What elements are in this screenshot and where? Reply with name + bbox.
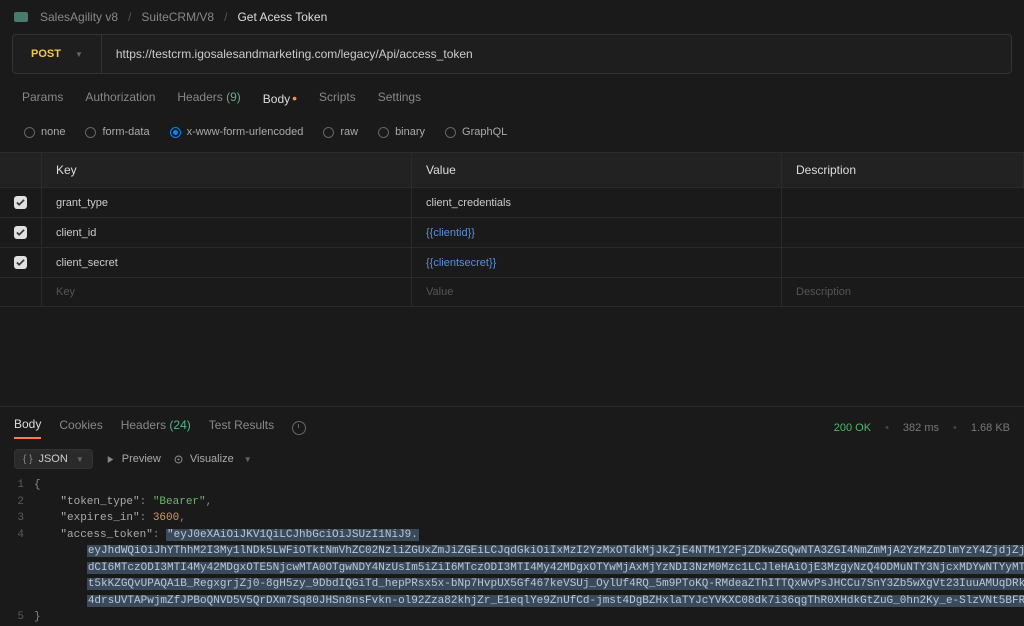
response-time: 382 ms [903, 422, 939, 434]
chevron-down-icon: ▼ [244, 455, 252, 464]
row-checkbox-cell[interactable] [0, 248, 42, 277]
radio-icon [323, 127, 334, 138]
resp-tab-headers[interactable]: Headers (24) [121, 418, 191, 438]
key-cell[interactable]: grant_type [42, 188, 412, 217]
resp-tab-body[interactable]: Body [14, 417, 41, 439]
col-key: Key [42, 153, 412, 187]
response-status: 200 OK • 382 ms • 1.68 KB [834, 422, 1010, 434]
tab-body-label: Body [263, 92, 290, 106]
response-panel: Body Cookies Headers (24) Test Results 2… [0, 406, 1024, 624]
checkbox-checked-icon[interactable] [14, 226, 27, 239]
chevron-down-icon: ▼ [76, 455, 84, 464]
value-cell[interactable]: client_credentials [412, 188, 782, 217]
description-cell[interactable] [782, 248, 1024, 277]
format-selector[interactable]: { } JSON ▼ [14, 449, 93, 469]
resp-tab-cookies[interactable]: Cookies [59, 418, 102, 438]
checkbox-checked-icon[interactable] [14, 196, 27, 209]
method-selector[interactable]: POST ▼ [13, 35, 102, 73]
breadcrumb-sep: / [224, 10, 227, 24]
history-icon[interactable] [292, 421, 306, 435]
http-icon [14, 12, 28, 22]
tab-scripts[interactable]: Scripts [319, 82, 356, 114]
table-row: client_id{{clientid}} [0, 218, 1024, 248]
value-cell[interactable]: {{clientsecret}} [412, 248, 782, 277]
body-modified-dot: • [292, 90, 297, 106]
col-description: Description [782, 153, 1024, 187]
breadcrumb: SalesAgility v8 / SuiteCRM/V8 / Get Aces… [0, 0, 1024, 34]
breadcrumb-current: Get Acess Token [237, 10, 327, 24]
row-checkbox-cell[interactable] [0, 218, 42, 247]
url-bar: POST ▼ https://testcrm.igosalesandmarket… [12, 34, 1012, 74]
method-label: POST [31, 48, 61, 60]
params-row-new[interactable]: Key Value Description [0, 278, 1024, 307]
description-cell[interactable] [782, 188, 1024, 217]
radio-icon [378, 127, 389, 138]
col-value: Value [412, 153, 782, 187]
table-row: grant_typeclient_credentials [0, 188, 1024, 218]
visualize-icon [173, 454, 184, 465]
radio-icon [445, 127, 456, 138]
checkbox-checked-icon[interactable] [14, 256, 27, 269]
play-icon [105, 454, 116, 465]
tab-authorization[interactable]: Authorization [85, 82, 155, 114]
chevron-down-icon: ▼ [75, 50, 83, 59]
body-type-urlencoded[interactable]: x-www-form-urlencoded [170, 126, 304, 138]
radio-icon [85, 127, 96, 138]
body-type-graphql[interactable]: GraphQL [445, 126, 507, 138]
resp-tab-tests[interactable]: Test Results [209, 418, 274, 438]
body-type-none[interactable]: none [24, 126, 65, 138]
radio-icon [24, 127, 35, 138]
body-type-selector: none form-data x-www-form-urlencoded raw… [0, 118, 1024, 152]
breadcrumb-sep: / [128, 10, 131, 24]
description-input-placeholder[interactable]: Description [782, 278, 1024, 306]
params-header: Key Value Description [0, 153, 1024, 188]
tab-headers-label: Headers [177, 90, 222, 104]
description-cell[interactable] [782, 218, 1024, 247]
response-body[interactable]: 1{ 2 "token_type": "Bearer", 3 "expires_… [0, 477, 1024, 626]
response-toolbar: { } JSON ▼ Preview Visualize ▼ [0, 445, 1024, 477]
visualize-button[interactable]: Visualize ▼ [173, 453, 252, 465]
tab-body[interactable]: Body• [263, 82, 297, 114]
key-cell[interactable]: client_secret [42, 248, 412, 277]
response-tabs: Body Cookies Headers (24) Test Results 2… [0, 407, 1024, 445]
table-row: client_secret{{clientsecret}} [0, 248, 1024, 278]
body-type-formdata[interactable]: form-data [85, 126, 149, 138]
breadcrumb-parent1[interactable]: SalesAgility v8 [40, 10, 118, 24]
key-input-placeholder[interactable]: Key [42, 278, 412, 306]
request-tabs: Params Authorization Headers (9) Body• S… [0, 82, 1024, 114]
tab-params[interactable]: Params [22, 82, 63, 114]
headers-count: (9) [226, 90, 241, 104]
braces-icon: { } [23, 454, 32, 465]
params-table: Key Value Description grant_typeclient_c… [0, 152, 1024, 307]
tab-settings[interactable]: Settings [378, 82, 421, 114]
value-input-placeholder[interactable]: Value [412, 278, 782, 306]
key-cell[interactable]: client_id [42, 218, 412, 247]
status-code: 200 OK [834, 422, 871, 434]
url-input[interactable]: https://testcrm.igosalesandmarketing.com… [102, 35, 1011, 73]
body-type-binary[interactable]: binary [378, 126, 425, 138]
breadcrumb-parent2[interactable]: SuiteCRM/V8 [141, 10, 214, 24]
radio-icon-selected [170, 127, 181, 138]
body-type-raw[interactable]: raw [323, 126, 358, 138]
response-size: 1.68 KB [971, 422, 1010, 434]
row-checkbox-cell[interactable] [0, 188, 42, 217]
tab-headers[interactable]: Headers (9) [177, 82, 240, 114]
value-cell[interactable]: {{clientid}} [412, 218, 782, 247]
preview-button[interactable]: Preview [105, 453, 161, 465]
